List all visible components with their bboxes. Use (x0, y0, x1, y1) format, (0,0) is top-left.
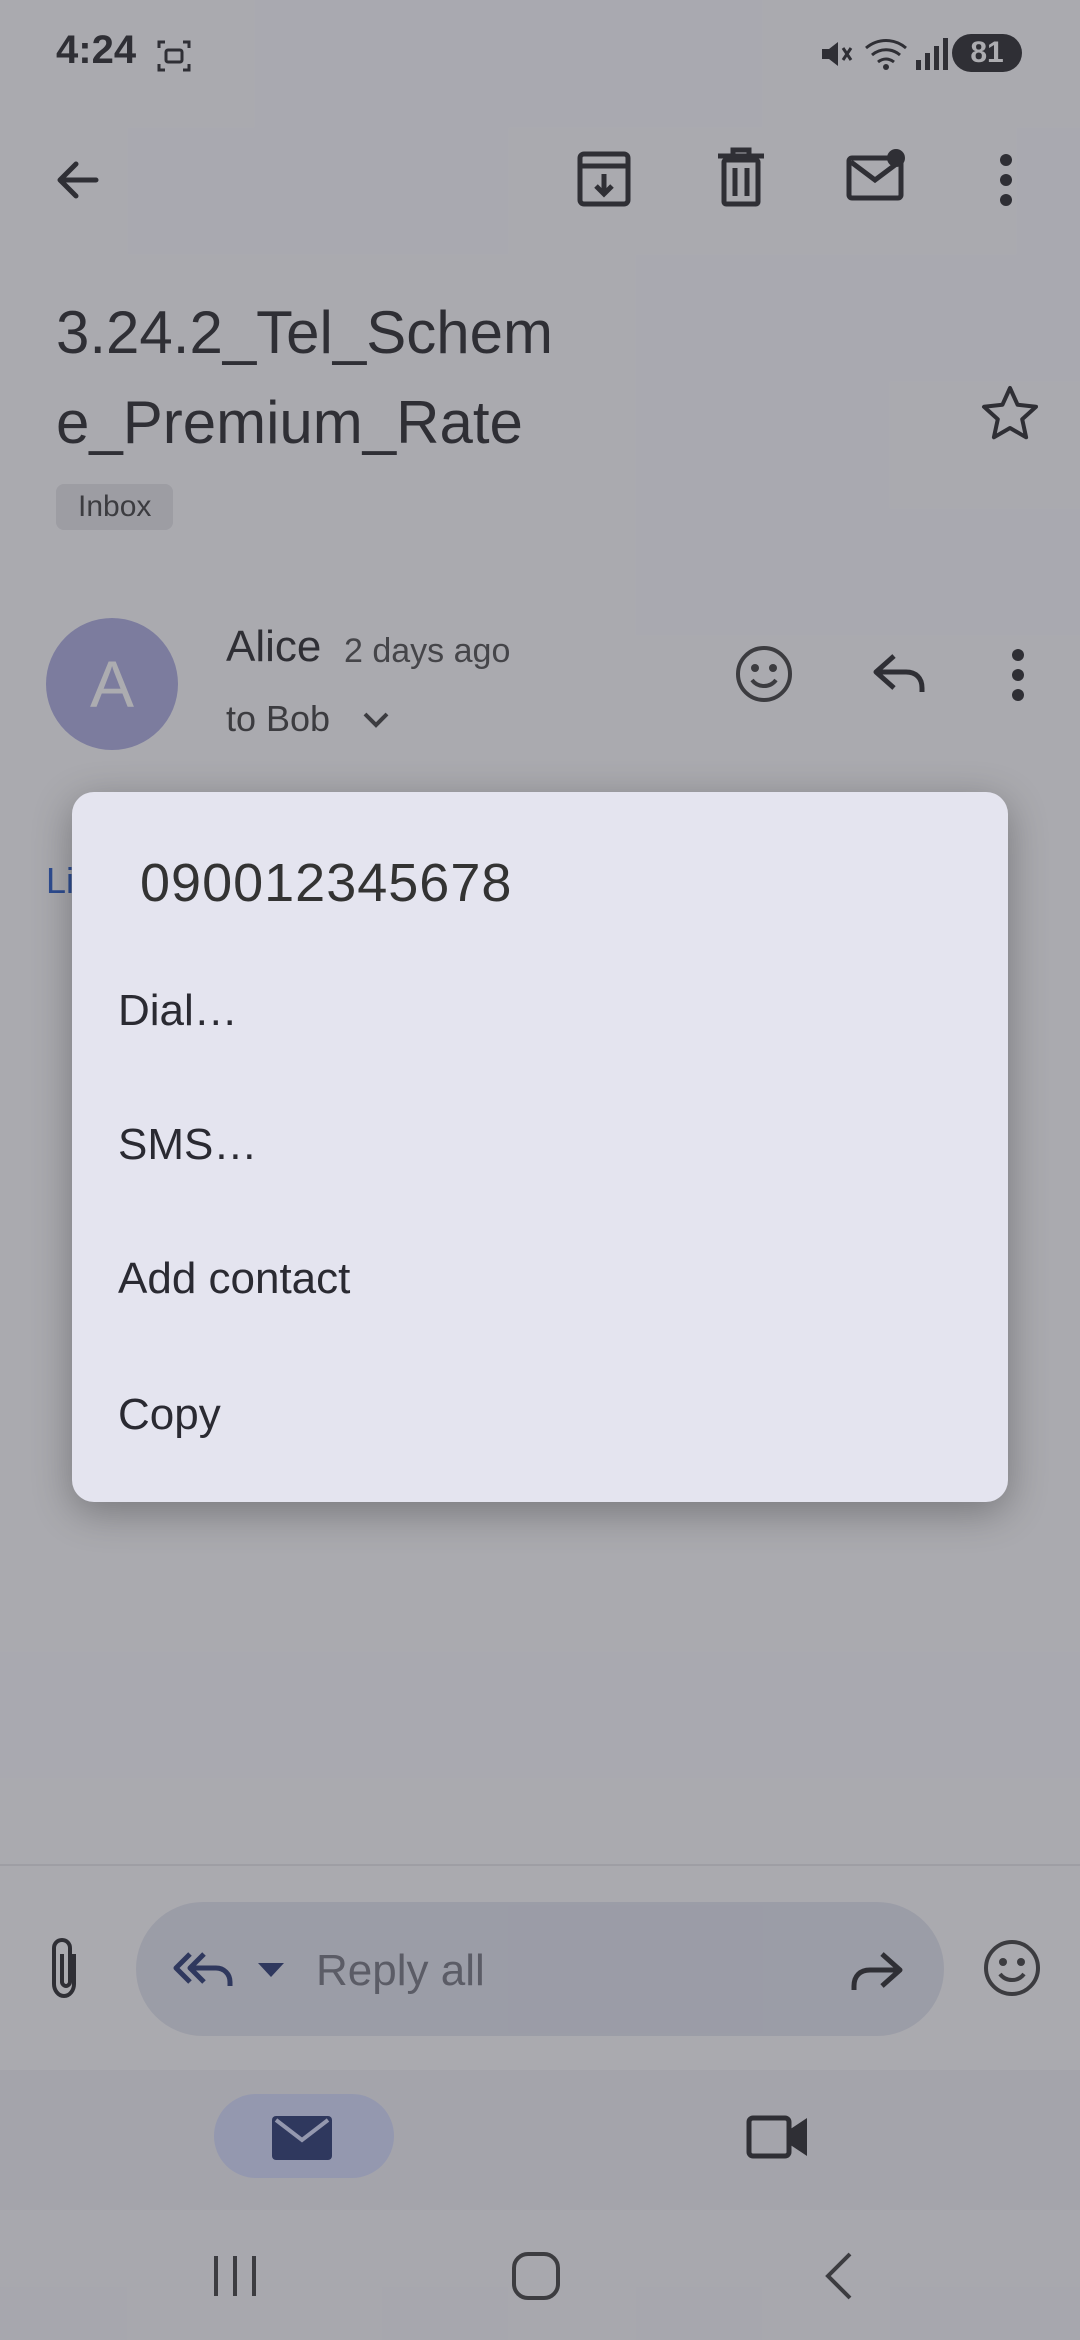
menu-item-label: Add contact (118, 1254, 351, 1303)
menu-item-label: SMS… (118, 1120, 258, 1169)
menu-item-label: Dial… (118, 986, 238, 1035)
menu-item-sms[interactable]: SMS… (72, 1076, 1008, 1210)
menu-item-label: Copy (118, 1390, 221, 1439)
menu-item-copy[interactable]: Copy (72, 1346, 1008, 1480)
menu-item-add-contact[interactable]: Add contact (72, 1210, 1008, 1344)
phone-number-header: 090012345678 (140, 853, 513, 913)
menu-item-dial[interactable]: Dial… (72, 942, 1008, 1076)
